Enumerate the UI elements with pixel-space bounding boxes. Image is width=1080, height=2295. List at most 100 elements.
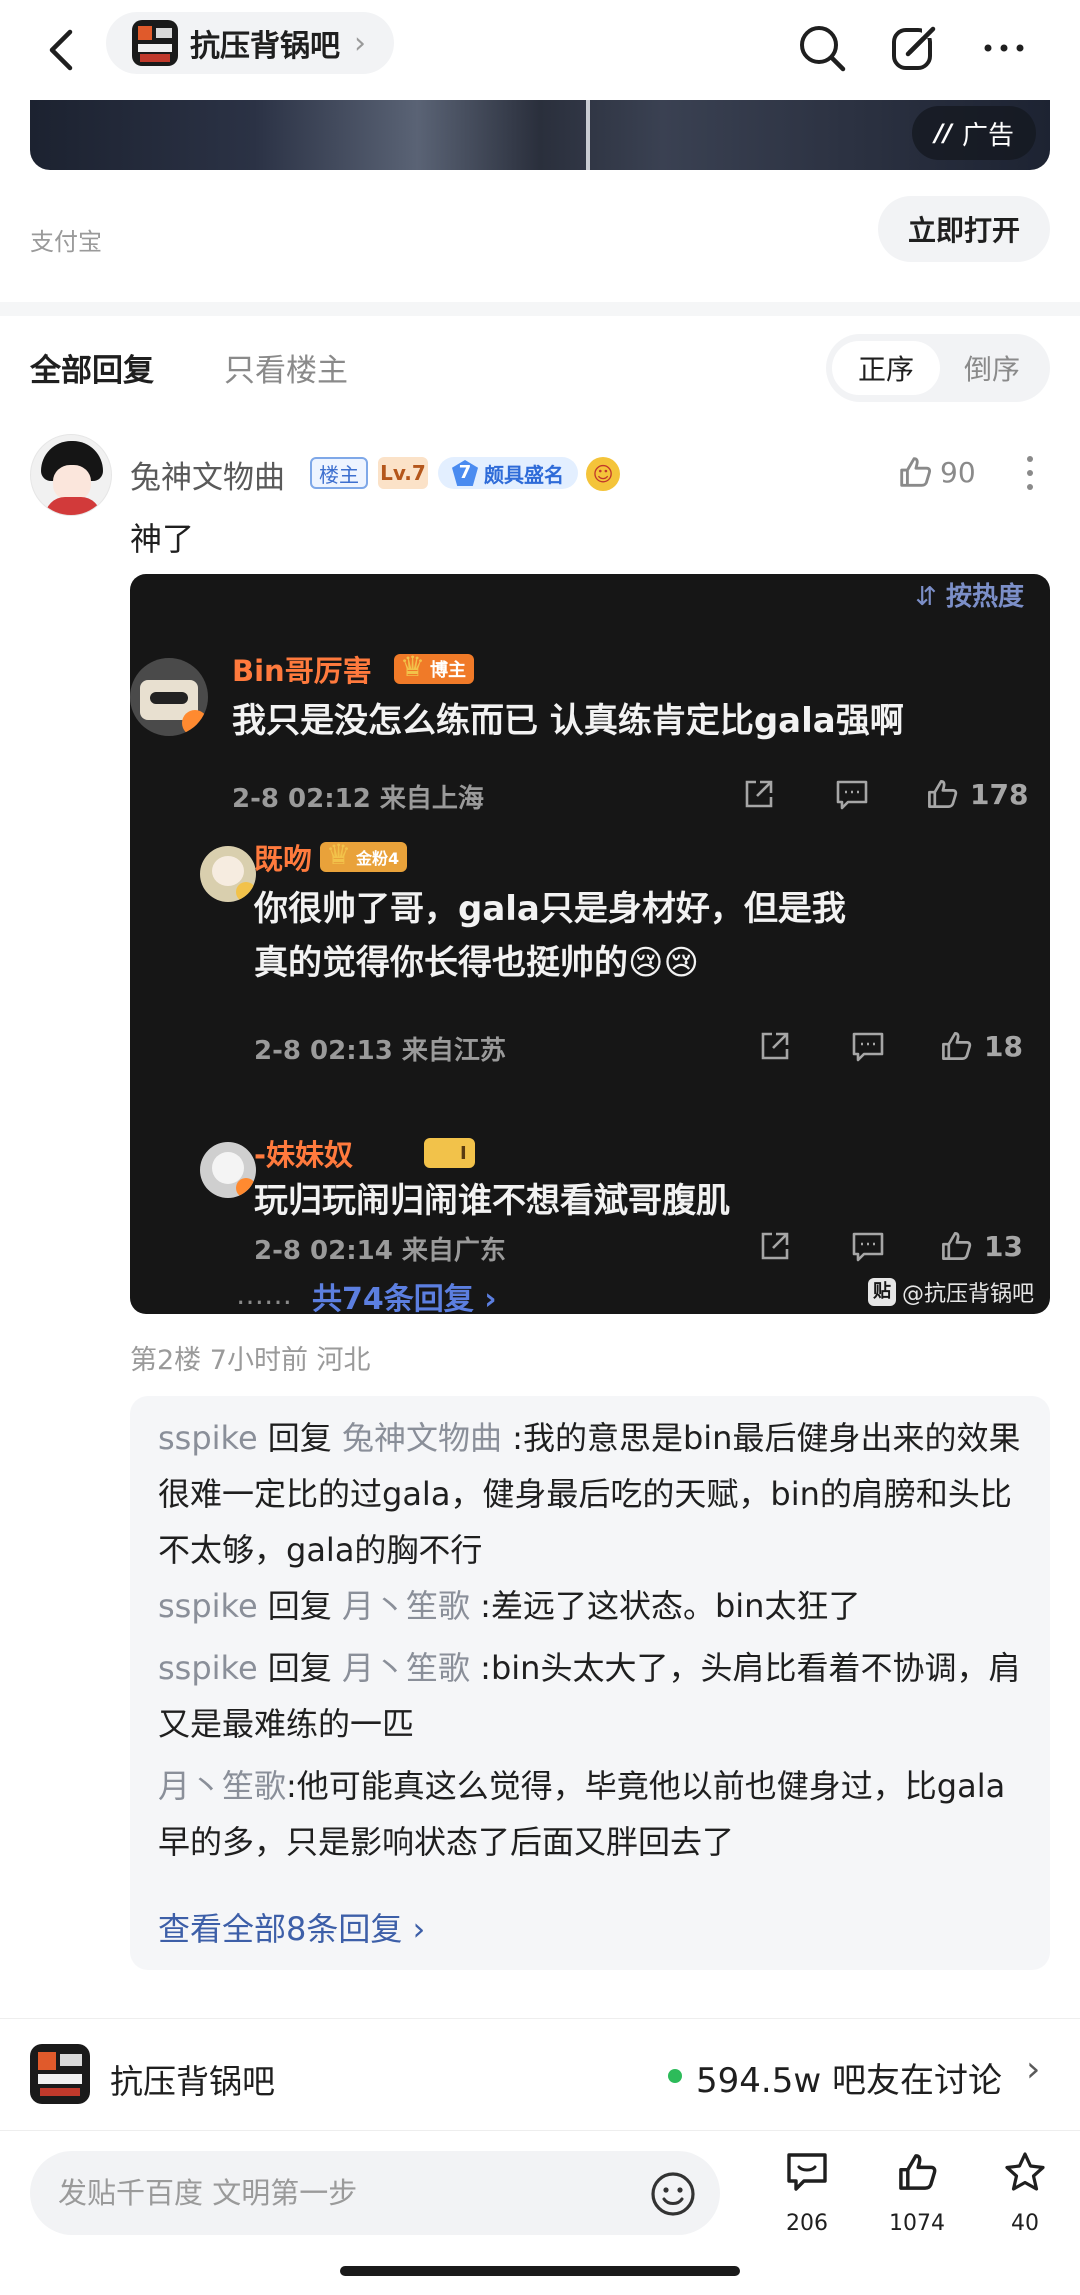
forum-entry-bar[interactable]: 抗压背锅吧 594.5w 吧友在讨论 › [0,2018,1080,2130]
forum-name: 抗压背锅吧 [190,29,340,64]
sub-replies-box: sspike 回复 兔神文物曲 :我的意思是bin最后健身出来的效果很难一定比的… [130,1396,1050,1970]
sub-reply[interactable]: 月丶笙歌:他可能真这么觉得，毕竟他以前也健身过，比gala早的多，只是影响状态了… [158,1758,1028,1870]
comment-like-count: 18 [984,1029,1023,1063]
ad-image-divider [586,100,590,170]
emoji-icon[interactable] [648,2169,698,2219]
reply-icon [834,774,870,814]
ad-tag-label: 广告 [961,120,1014,151]
sub-reply-author[interactable]: sspike [158,1419,258,1457]
title-badge: 7 颇具盛名 [438,457,578,489]
commenter-name: -妹妹奴 [254,1138,354,1172]
diamond-icon: 7 [452,460,478,486]
search-icon[interactable] [792,18,852,78]
comment-meta: 2-8 02:12 来自上海 [232,784,484,814]
comment-like: 18 [938,1026,1023,1066]
watermark: 贴 @抗压背锅吧 [867,1276,1034,1308]
edit-post-icon[interactable] [884,18,944,78]
commenter-badge: 金粉4 [320,838,408,872]
favorites-count: 40 [1011,2211,1039,2236]
comment-like-count: 178 [970,777,1029,811]
reply-icon [850,1026,886,1066]
comment-body: 玩归玩闹归闹谁不想看斌哥腹肌 [254,1181,730,1221]
sub-reply[interactable]: sspike 回复 兔神文物曲 :我的意思是bin最后健身出来的效果很难一定比的… [158,1410,1028,1578]
tab-all-replies[interactable]: 全部回复 [30,345,154,390]
emoji-badge-icon: ☺ [586,457,620,491]
reply-input[interactable] [58,2151,638,2235]
comment-avatar [130,658,208,736]
total-replies-label: 共74条回复 › [312,1282,497,1314]
reply-input-box[interactable] [30,2151,720,2235]
level-badge: Lv.7 [378,457,428,489]
tab-op-only[interactable]: 只看楼主 [224,345,348,390]
see-all-replies-link[interactable]: 查看全部8条回复 › [158,1904,425,1950]
likes-count: 1074 [889,2211,945,2236]
commenter-badge: 博主 [394,650,474,684]
sort-heat-icon: ⇵ [915,582,937,612]
more-dots-label: …… [236,1278,292,1311]
sub-reply-text: :他可能真这么觉得，毕竟他以前也健身过，比gala早的多，只是影响状态了后面又胖… [158,1767,1006,1861]
comment-icon [787,2153,827,2191]
comment-body: 我只是没怎么练而已 认真练肯定比gala强啊 [232,701,904,741]
floor-meta: 第2楼 7小时前 河北 [130,1345,371,1376]
comment-like: 13 [938,1226,1023,1266]
home-indicator [340,2266,740,2276]
post-username[interactable]: 兔神文物曲 [130,452,285,497]
back-icon[interactable] [36,22,92,78]
sub-reply[interactable]: sspike 回复 月丶笙歌 :bin头太大了，头肩比看着不协调，肩又是最难练的… [158,1640,1028,1752]
chevron-right-icon[interactable]: › [1026,2049,1040,2090]
comment-avatar [200,1142,256,1198]
sub-reply-target[interactable]: 月丶笙歌 [342,1587,470,1625]
forum-name[interactable]: 抗压背锅吧 [110,2055,275,2103]
favorite-button[interactable]: 40 [980,2149,1070,2259]
thumbs-up-icon [942,1032,972,1060]
share-icon [742,774,776,814]
top-nav-bar: 抗压背锅吧 › [0,0,1080,100]
reply-word: 回复 [257,1419,342,1457]
sort-ascending-button[interactable]: 正序 [832,341,940,395]
sub-reply-target[interactable]: 月丶笙歌 [342,1649,470,1687]
star-icon [1005,2152,1045,2191]
sub-reply-target[interactable]: 兔神文物曲 [342,1419,502,1457]
title-badge-label: 颇具盛名 [484,462,564,487]
avatar[interactable] [30,434,112,516]
commenter-badge: I [424,1134,475,1168]
open-now-button[interactable]: 立即打开 [878,196,1050,262]
sort-descending-button[interactable]: 倒序 [938,341,1046,395]
thumbs-up-icon [928,780,958,808]
sub-reply-author[interactable]: sspike [158,1649,258,1687]
reply-icon [850,1226,886,1266]
post-like-button[interactable]: 90 [896,452,976,492]
like-button[interactable]: 1074 [872,2149,962,2259]
comment-like: 178 [924,774,1028,814]
comment-like-count: 13 [984,1229,1023,1263]
forum-name-pill[interactable]: 抗压背锅吧 › [106,12,394,74]
ad-banner-image[interactable]: // 广告 [30,100,1050,170]
sub-reply[interactable]: sspike 回复 月丶笙歌 :差远了这状态。bin太狂了 [158,1578,1028,1634]
commenter-name: 既吻 [254,842,313,876]
comment-meta: 2-8 02:14 来自广东 [254,1236,506,1266]
sub-reply-text: :差远了这状态。bin太狂了 [470,1587,861,1625]
comment-avatar [200,846,256,902]
post-text: 神了 [130,520,195,558]
sub-reply-author[interactable]: sspike [158,1587,258,1625]
ad-mark-icon: // [934,119,952,147]
sort-by-heat-label: ⇵ 按热度 [915,576,1024,613]
comments-button[interactable]: 206 [762,2149,852,2259]
ad-tag[interactable]: // 广告 [912,106,1036,160]
thumbs-up-icon [942,1232,972,1260]
share-icon [758,1226,792,1266]
share-icon [758,1026,792,1066]
sub-reply-author[interactable]: 月丶笙歌 [158,1767,286,1805]
reply-word: 回复 [257,1587,342,1625]
tieba-logo-icon: 贴 [867,1278,896,1306]
more-options-icon[interactable] [974,18,1034,78]
forum-logo-icon [30,2044,90,2104]
forum-logo-icon [132,20,178,66]
comment-meta: 2-8 02:13 来自江苏 [254,1036,506,1066]
ad-source: 支付宝 [30,228,102,256]
embedded-screenshot-image[interactable]: ⇵ 按热度 Bin哥厉害 博主 我只是没怎么练而已 认真练肯定比gala强啊 2… [130,574,1050,1314]
thumbs-up-icon [900,457,932,487]
online-dot-icon [668,2069,682,2083]
post-like-count: 90 [940,455,976,489]
post-more-icon[interactable] [1020,452,1040,494]
